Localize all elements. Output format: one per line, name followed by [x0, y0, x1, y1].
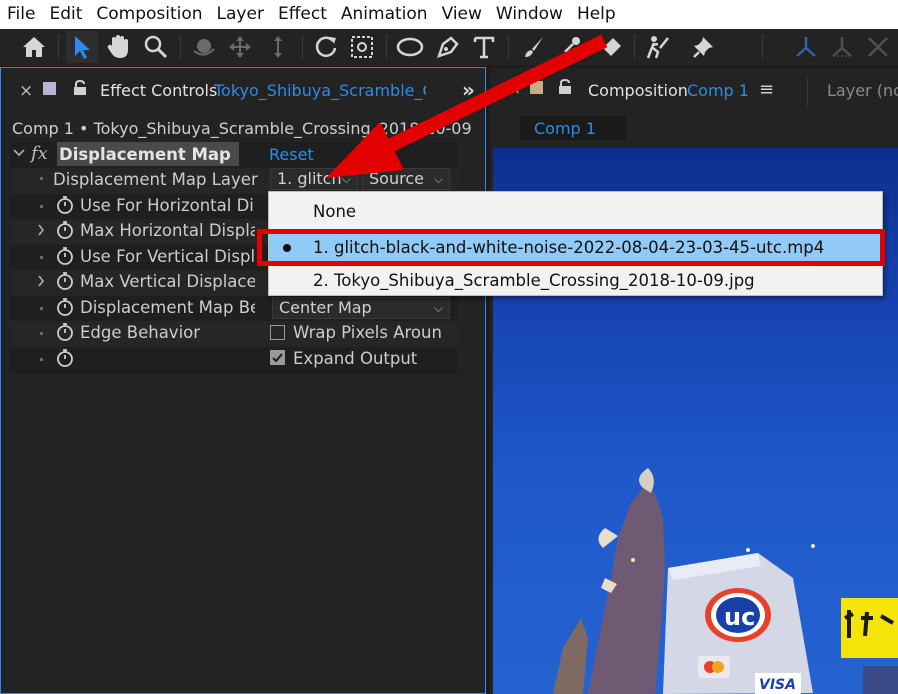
- stopwatch-icon[interactable]: [56, 271, 74, 295]
- orbit-camera-icon[interactable]: [188, 31, 220, 63]
- pen-icon[interactable]: [432, 31, 464, 63]
- menu-edit[interactable]: Edit: [42, 0, 89, 29]
- eraser-icon[interactable]: [596, 31, 628, 63]
- axis-world-icon[interactable]: [826, 31, 858, 63]
- stopwatch-icon[interactable]: [56, 246, 74, 270]
- map-behavior-value: Center Map: [279, 298, 372, 317]
- composition-name: Comp 1: [687, 81, 749, 100]
- stopwatch-icon[interactable]: [56, 348, 74, 372]
- svg-text:uc: uc: [724, 603, 755, 631]
- axis-local-icon[interactable]: [790, 31, 822, 63]
- ellipse-icon[interactable]: [394, 31, 426, 63]
- bullet-icon: [40, 358, 43, 361]
- close-icon[interactable]: ×: [19, 81, 33, 101]
- chevron-right-icon[interactable]: [37, 275, 45, 290]
- effect-controls-breadcrumb: Comp 1 • Tokyo_Shibuya_Scramble_Crossing…: [12, 119, 472, 138]
- roto-brush-icon[interactable]: [642, 31, 674, 63]
- menu-effect[interactable]: Effect: [271, 0, 334, 29]
- expand-output-checkbox[interactable]: [270, 350, 285, 365]
- effect-name[interactable]: Displacement Map: [59, 145, 231, 164]
- home-icon[interactable]: [18, 31, 50, 63]
- chevron-down-icon: ⌵: [433, 172, 443, 186]
- effect-controls-layer-name: Tokyo_Shibuya_Scramble_C: [214, 81, 426, 100]
- dropdown-option-none[interactable]: None: [269, 196, 882, 227]
- close-icon[interactable]: ×: [507, 79, 521, 99]
- expand-output-label: Expand Output: [293, 349, 418, 368]
- panel-overflow-icon[interactable]: »: [462, 78, 475, 102]
- rotate-icon[interactable]: [310, 31, 342, 63]
- clone-stamp-icon[interactable]: [556, 31, 588, 63]
- menu-file[interactable]: File: [0, 0, 42, 29]
- property-label-displacement-map-behavior: Displacement Map Be: [80, 298, 255, 317]
- label-color-swatch: [530, 81, 543, 94]
- highlight-annotation-box: [257, 229, 885, 266]
- effect-controls-title: Effect Controls: [100, 81, 218, 100]
- wrap-pixels-label: Wrap Pixels Aroun: [293, 323, 442, 342]
- property-label-max-vertical: Max Vertical Displace: [80, 272, 255, 291]
- lock-icon[interactable]: [73, 79, 87, 100]
- displacement-layer-value: 1. glitch: [277, 169, 342, 188]
- source-dropdown[interactable]: Source ⌵: [362, 168, 450, 190]
- stopwatch-icon[interactable]: [56, 322, 74, 346]
- menu-window[interactable]: Window: [489, 0, 570, 29]
- stopwatch-icon[interactable]: [56, 195, 74, 219]
- hand-icon[interactable]: [102, 31, 134, 63]
- menu-layer[interactable]: Layer: [210, 0, 271, 29]
- dolly-camera-icon[interactable]: [262, 31, 294, 63]
- reset-button[interactable]: Reset: [269, 145, 314, 164]
- property-label-edge-behavior: Edge Behavior: [80, 323, 201, 342]
- chevron-down-icon[interactable]: [13, 147, 25, 161]
- chevron-down-icon: ⌵: [341, 172, 351, 186]
- svg-text:VISA: VISA: [759, 677, 796, 693]
- fx-icon[interactable]: fx: [31, 143, 48, 164]
- menu-help[interactable]: Help: [570, 0, 623, 29]
- effect-controls-tab[interactable]: × Effect Controls Tokyo_Shibuya_Scramble…: [1, 68, 485, 114]
- label-color-swatch: [43, 82, 56, 95]
- property-label-use-for-vertical: Use For Vertical Displ: [80, 247, 255, 266]
- chevron-right-icon[interactable]: [37, 224, 45, 239]
- puppet-pin-icon[interactable]: [688, 31, 720, 63]
- pan-behind-icon[interactable]: [346, 31, 378, 63]
- bullet-icon: [40, 332, 43, 335]
- menu-composition[interactable]: Composition: [89, 0, 209, 29]
- zoom-icon[interactable]: [140, 31, 172, 63]
- brush-icon[interactable]: [518, 31, 550, 63]
- menu-bar: File Edit Composition Layer Effect Anima…: [0, 0, 898, 29]
- map-behavior-dropdown[interactable]: Center Map ⌵: [272, 297, 450, 319]
- menu-view[interactable]: View: [435, 0, 489, 29]
- wrap-pixels-checkbox[interactable]: [270, 325, 285, 340]
- property-label-use-for-horizontal: Use For Horizontal Di: [80, 196, 254, 215]
- stopwatch-icon[interactable]: [56, 297, 74, 321]
- panel-menu-icon[interactable]: ≡: [759, 79, 774, 100]
- menu-animation[interactable]: Animation: [334, 0, 435, 29]
- tools-toolbar: [0, 29, 898, 67]
- divider: [807, 78, 808, 106]
- chevron-down-icon: ⌵: [433, 301, 443, 315]
- source-value: Source: [369, 169, 424, 188]
- bullet-icon: [40, 307, 43, 310]
- bullet-icon: [40, 177, 43, 180]
- dropdown-option-tokyo[interactable]: 2. Tokyo_Shibuya_Scramble_Crossing_2018-…: [269, 265, 882, 296]
- layer-panel-tab[interactable]: Layer (nc: [827, 81, 898, 100]
- comp-navigator-label: Comp 1: [534, 119, 596, 138]
- type-icon[interactable]: [468, 31, 500, 63]
- selection-arrow-icon[interactable]: [66, 31, 98, 63]
- axis-view-icon[interactable]: [862, 31, 894, 63]
- bullet-icon: [40, 256, 43, 259]
- pan-camera-icon[interactable]: [224, 31, 256, 63]
- composition-tab-title[interactable]: Composition: [588, 81, 688, 100]
- property-label-max-horizontal: Max Horizontal Displa: [80, 221, 255, 240]
- stopwatch-icon[interactable]: [56, 220, 74, 244]
- lock-icon[interactable]: [558, 78, 572, 99]
- displacement-layer-dropdown[interactable]: 1. glitch ⌵: [270, 168, 358, 190]
- bullet-icon: [40, 205, 43, 208]
- property-label-displacement-map-layer: Displacement Map Layer: [53, 170, 258, 189]
